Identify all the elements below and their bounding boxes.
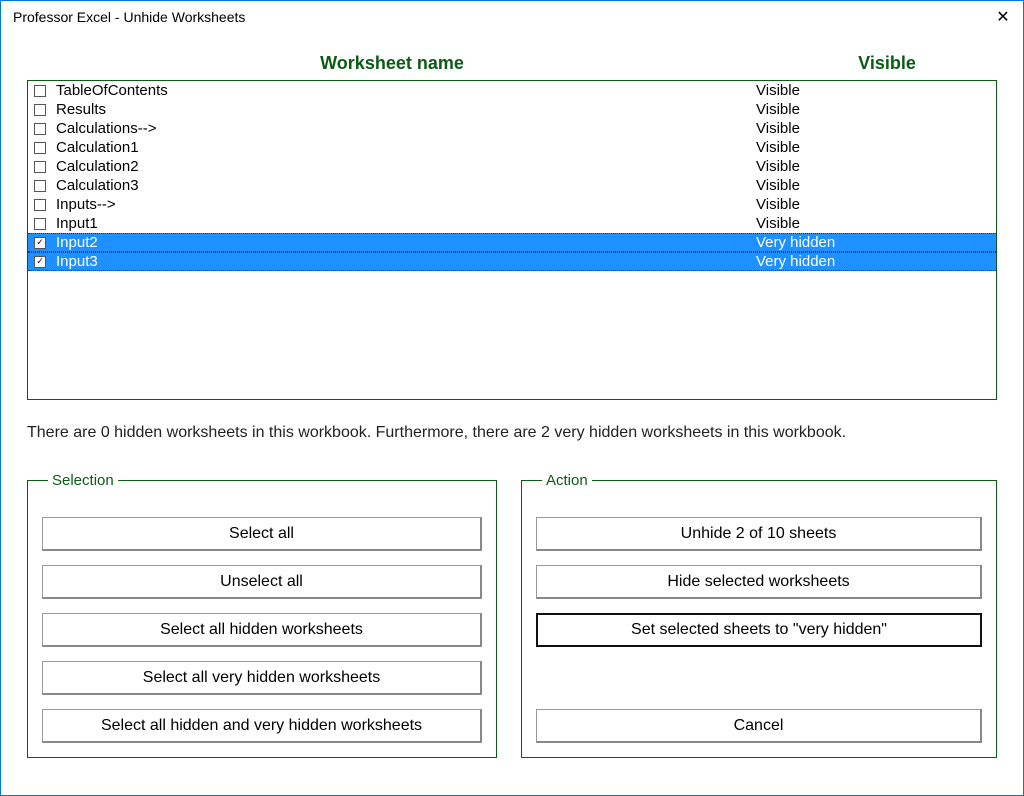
worksheet-visibility: Very hidden bbox=[756, 233, 992, 252]
worksheet-name: Input3 bbox=[56, 252, 756, 271]
worksheet-visibility: Visible bbox=[756, 214, 992, 233]
worksheet-visibility: Visible bbox=[756, 81, 992, 100]
worksheet-name: Results bbox=[56, 100, 756, 119]
selection-legend: Selection bbox=[48, 472, 118, 489]
hide-button[interactable]: Hide selected worksheets bbox=[536, 565, 982, 599]
unselect-all-button[interactable]: Unselect all bbox=[42, 565, 482, 599]
column-header-name: Worksheet name bbox=[27, 53, 757, 74]
worksheet-name: Calculation1 bbox=[56, 138, 756, 157]
checkbox-icon[interactable]: ✓ bbox=[34, 237, 46, 249]
selection-group: Selection Select all Unselect all Select… bbox=[27, 472, 497, 758]
checkbox-icon[interactable] bbox=[34, 218, 46, 230]
worksheet-visibility: Visible bbox=[756, 138, 992, 157]
list-item[interactable]: Input1Visible bbox=[28, 214, 996, 233]
list-item[interactable]: ✓ Input3Very hidden bbox=[28, 252, 996, 271]
column-headers: Worksheet name Visible bbox=[27, 43, 997, 80]
window-title: Professor Excel - Unhide Worksheets bbox=[13, 9, 991, 25]
checkbox-icon[interactable]: ✓ bbox=[34, 256, 46, 268]
checkbox-icon[interactable] bbox=[34, 123, 46, 135]
list-item[interactable]: Calculations-->Visible bbox=[28, 119, 996, 138]
checkbox-icon[interactable] bbox=[34, 142, 46, 154]
title-bar: Professor Excel - Unhide Worksheets ✕ bbox=[1, 1, 1023, 33]
list-item[interactable]: Calculation2Visible bbox=[28, 157, 996, 176]
worksheet-name: Calculation2 bbox=[56, 157, 756, 176]
worksheet-list[interactable]: TableOfContentsVisibleResultsVisibleCalc… bbox=[27, 80, 997, 400]
cancel-button[interactable]: Cancel bbox=[536, 709, 982, 743]
action-group: Action Unhide 2 of 10 sheets Hide select… bbox=[521, 472, 997, 758]
checkbox-icon[interactable] bbox=[34, 104, 46, 116]
close-icon[interactable]: ✕ bbox=[991, 5, 1015, 29]
checkbox-icon[interactable] bbox=[34, 180, 46, 192]
button-groups: Selection Select all Unselect all Select… bbox=[27, 472, 997, 758]
worksheet-visibility: Visible bbox=[756, 176, 992, 195]
worksheet-visibility: Visible bbox=[756, 195, 992, 214]
select-very-hidden-button[interactable]: Select all very hidden worksheets bbox=[42, 661, 482, 695]
action-legend: Action bbox=[542, 472, 592, 489]
column-header-visible: Visible bbox=[757, 53, 997, 74]
worksheet-name: Calculations--> bbox=[56, 119, 756, 138]
list-item[interactable]: ResultsVisible bbox=[28, 100, 996, 119]
select-hidden-button[interactable]: Select all hidden worksheets bbox=[42, 613, 482, 647]
worksheet-visibility: Very hidden bbox=[756, 252, 992, 271]
worksheet-name: TableOfContents bbox=[56, 81, 756, 100]
list-item[interactable]: TableOfContentsVisible bbox=[28, 81, 996, 100]
list-item[interactable]: Calculation1Visible bbox=[28, 138, 996, 157]
list-item[interactable]: Calculation3Visible bbox=[28, 176, 996, 195]
worksheet-name: Inputs--> bbox=[56, 195, 756, 214]
select-all-hidden-button[interactable]: Select all hidden and very hidden worksh… bbox=[42, 709, 482, 743]
worksheet-name: Calculation3 bbox=[56, 176, 756, 195]
dialog-content: Worksheet name Visible TableOfContentsVi… bbox=[1, 33, 1023, 776]
list-item[interactable]: ✓ Input2Very hidden bbox=[28, 233, 996, 252]
worksheet-visibility: Visible bbox=[756, 119, 992, 138]
worksheet-name: Input1 bbox=[56, 214, 756, 233]
list-item[interactable]: Inputs-->Visible bbox=[28, 195, 996, 214]
checkbox-icon[interactable] bbox=[34, 85, 46, 97]
worksheet-visibility: Visible bbox=[756, 100, 992, 119]
worksheet-visibility: Visible bbox=[756, 157, 992, 176]
spacer bbox=[536, 661, 982, 709]
worksheet-name: Input2 bbox=[56, 233, 756, 252]
checkbox-icon[interactable] bbox=[34, 199, 46, 211]
select-all-button[interactable]: Select all bbox=[42, 517, 482, 551]
set-very-hidden-button[interactable]: Set selected sheets to "very hidden" bbox=[536, 613, 982, 647]
checkbox-icon[interactable] bbox=[34, 161, 46, 173]
unhide-button[interactable]: Unhide 2 of 10 sheets bbox=[536, 517, 982, 551]
status-text: There are 0 hidden worksheets in this wo… bbox=[27, 424, 997, 442]
